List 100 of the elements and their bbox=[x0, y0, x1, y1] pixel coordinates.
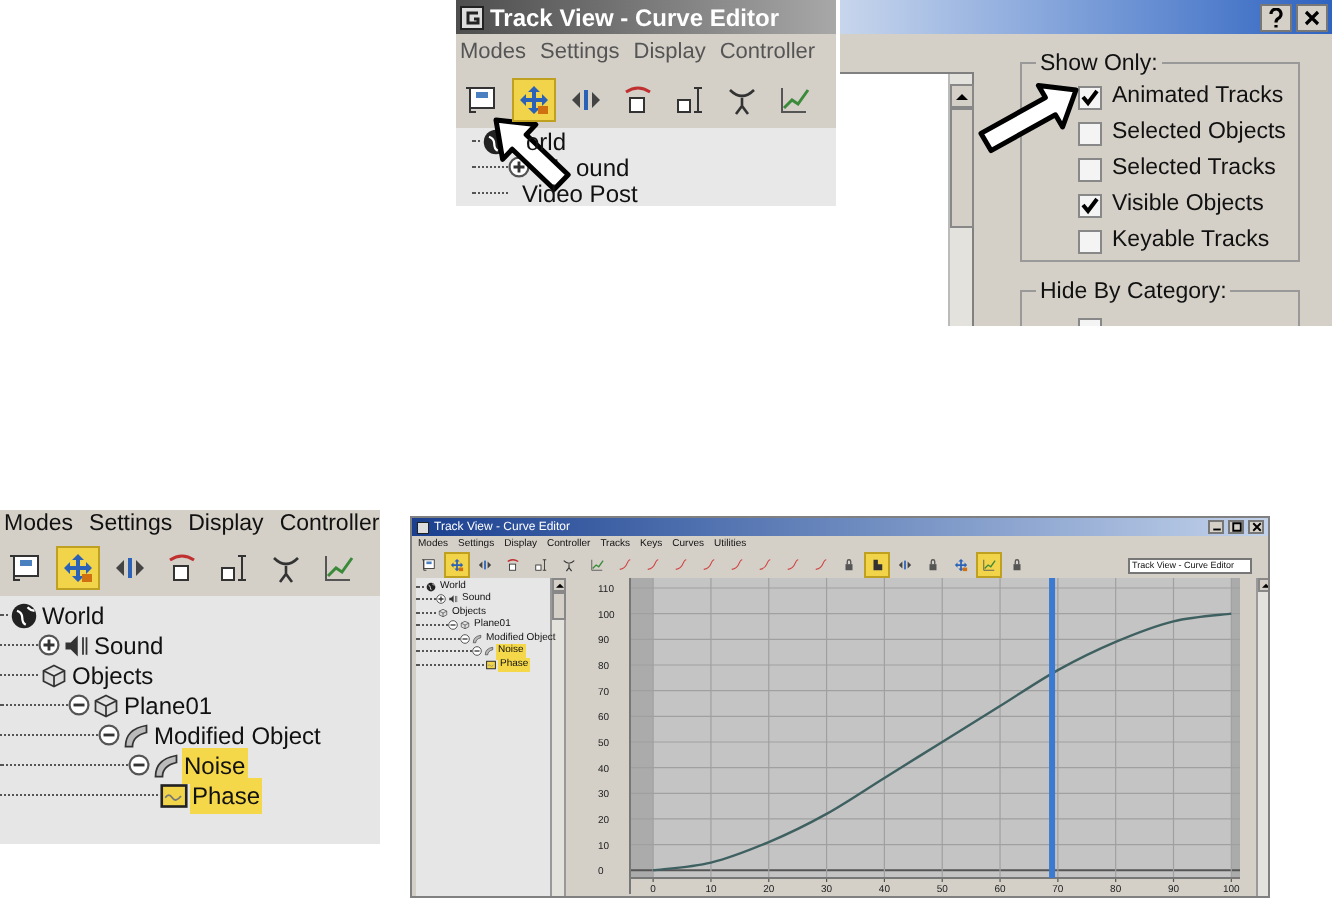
close-button[interactable] bbox=[1296, 3, 1328, 31]
close-button[interactable] bbox=[1248, 520, 1264, 534]
curve-icon bbox=[778, 84, 810, 116]
scale-keys-icon bbox=[506, 558, 520, 572]
four-way-arrows-icon bbox=[450, 558, 464, 572]
bent-pipe-icon bbox=[122, 721, 150, 749]
scale-values-icon bbox=[674, 84, 706, 116]
scroll-thumb[interactable] bbox=[552, 592, 566, 620]
scale-keys-icon bbox=[622, 84, 654, 116]
close-icon bbox=[1304, 9, 1320, 25]
scroll-thumb[interactable] bbox=[950, 108, 974, 228]
figure-icon bbox=[270, 552, 302, 584]
curve-icon bbox=[322, 552, 354, 584]
horizontal-arrows-icon bbox=[570, 84, 602, 116]
app-icon bbox=[460, 5, 484, 29]
tree-item[interactable]: Modified Object bbox=[152, 717, 323, 753]
horizontal-arrows-icon bbox=[114, 552, 146, 584]
speaker-icon bbox=[62, 631, 90, 659]
curve-box-icon bbox=[486, 659, 496, 670]
close-icon bbox=[1251, 522, 1261, 532]
checkbox-label: Visible Objects bbox=[1112, 190, 1264, 220]
checkbox[interactable] bbox=[1078, 85, 1102, 110]
horizontal-arrows-icon bbox=[898, 558, 912, 572]
filter-icon bbox=[466, 84, 498, 116]
up-arrow-icon bbox=[956, 92, 968, 100]
bent-pipe-icon bbox=[152, 751, 180, 779]
figure-icon bbox=[726, 84, 758, 116]
checkbox[interactable] bbox=[1078, 193, 1102, 218]
plus-box-icon[interactable] bbox=[436, 594, 446, 605]
scroll-up-button[interactable] bbox=[1258, 578, 1268, 592]
lock-icon bbox=[926, 558, 940, 572]
four-way-arrows-button[interactable] bbox=[56, 546, 100, 590]
function-curve[interactable] bbox=[653, 612, 1232, 872]
scrollbar[interactable] bbox=[948, 74, 972, 326]
tree-item[interactable]: Noise bbox=[182, 747, 248, 783]
app-icon bbox=[416, 521, 430, 533]
four-way-arrows-button[interactable] bbox=[512, 78, 556, 122]
menu-item[interactable]: Display bbox=[633, 36, 706, 70]
curve-icon bbox=[590, 558, 604, 572]
tree-item[interactable]: World bbox=[40, 597, 107, 633]
filter-icon bbox=[422, 558, 436, 572]
scale-keys-icon bbox=[166, 552, 198, 584]
snap-button[interactable] bbox=[864, 552, 890, 578]
four-way-arrows-icon bbox=[62, 552, 94, 584]
tree-item[interactable]: Phase bbox=[190, 777, 263, 813]
curve-button[interactable] bbox=[976, 552, 1002, 578]
globe-icon bbox=[10, 601, 38, 629]
help-button[interactable] bbox=[1260, 3, 1292, 31]
minus-box-icon[interactable] bbox=[98, 724, 120, 746]
checkbox-label: Selected Objects bbox=[1112, 118, 1286, 148]
tree-item[interactable]: Objects bbox=[70, 657, 156, 693]
four-way-arrows-button[interactable] bbox=[444, 552, 470, 578]
checkbox[interactable] bbox=[1078, 157, 1102, 182]
minus-box-icon[interactable] bbox=[128, 754, 150, 776]
menu-item[interactable]: Modes bbox=[4, 510, 74, 544]
up-arrow-icon bbox=[555, 582, 563, 588]
checkbox-label: Animated Tracks bbox=[1112, 82, 1284, 112]
menu-item[interactable]: Controller bbox=[719, 36, 816, 70]
minus-box-icon[interactable] bbox=[472, 646, 482, 657]
scale-values-icon bbox=[534, 558, 548, 572]
minus-box-icon[interactable] bbox=[68, 694, 90, 716]
window-title: Track View - Curve Editor bbox=[490, 1, 779, 35]
four-way-arrows-icon bbox=[518, 84, 550, 116]
time-slider[interactable] bbox=[1049, 578, 1056, 878]
snap-icon bbox=[870, 558, 884, 572]
help-icon bbox=[1268, 7, 1284, 27]
cube-icon bbox=[460, 620, 470, 631]
tree-item[interactable]: Sound bbox=[92, 627, 166, 663]
scale-values-icon bbox=[218, 552, 250, 584]
tree-item[interactable]: Plane01 bbox=[122, 687, 215, 723]
checkbox-label: Keyable Tracks bbox=[1112, 226, 1270, 256]
scrollbar[interactable] bbox=[1256, 578, 1268, 896]
speaker-icon bbox=[448, 594, 458, 605]
cube-icon bbox=[40, 661, 68, 689]
figure-icon bbox=[562, 558, 576, 572]
lock-icon bbox=[842, 558, 856, 572]
menu-item[interactable]: Settings bbox=[540, 36, 620, 70]
horizontal-arrows-icon bbox=[478, 558, 492, 572]
filter-icon bbox=[10, 552, 42, 584]
menu-item[interactable]: Modes bbox=[460, 36, 527, 70]
scroll-up-button[interactable] bbox=[552, 578, 566, 592]
checkbox[interactable] bbox=[1078, 229, 1102, 254]
maximize-button[interactable] bbox=[1228, 520, 1244, 534]
cube-icon bbox=[92, 691, 120, 719]
minus-box-icon[interactable] bbox=[448, 620, 458, 631]
cube-icon bbox=[438, 607, 448, 618]
minimize-button[interactable] bbox=[1208, 520, 1224, 534]
four-way-arrows-icon bbox=[954, 558, 968, 572]
lock-icon bbox=[1010, 558, 1024, 572]
menu-item[interactable]: Display bbox=[188, 510, 264, 544]
maximize-icon bbox=[1231, 522, 1241, 532]
minus-box-icon[interactable] bbox=[460, 633, 470, 644]
menu-item[interactable]: Controller bbox=[279, 510, 380, 544]
plus-box-icon[interactable] bbox=[38, 634, 60, 656]
curve-icon bbox=[982, 558, 996, 572]
globe-icon bbox=[426, 581, 436, 592]
menu-item[interactable]: Settings bbox=[89, 510, 173, 544]
checkbox[interactable] bbox=[1078, 121, 1102, 146]
scroll-up-button[interactable] bbox=[950, 84, 974, 108]
curve-box-icon bbox=[160, 781, 188, 809]
